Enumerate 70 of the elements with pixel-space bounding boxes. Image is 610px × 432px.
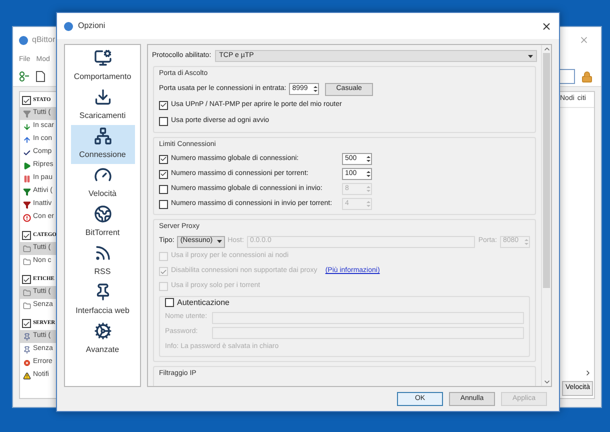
check-icon bbox=[23, 96, 30, 104]
dialog-title: Opzioni bbox=[78, 20, 106, 32]
option-label: Autenticazione bbox=[177, 296, 230, 308]
scroll-up-icon[interactable] bbox=[542, 45, 550, 53]
monitor-gear-icon bbox=[94, 49, 112, 67]
dropdown-arrow-icon bbox=[528, 54, 533, 58]
category-item[interactable]: Velocità bbox=[70, 164, 134, 203]
rss-icon bbox=[94, 244, 112, 262]
folder-icon bbox=[23, 258, 31, 266]
checkbox[interactable] bbox=[22, 231, 31, 240]
spin-arrows-icon bbox=[313, 85, 318, 93]
scroll-thumb[interactable] bbox=[543, 53, 550, 288]
checkbox[interactable] bbox=[165, 298, 174, 307]
filter-icon bbox=[23, 200, 31, 208]
lock-icon[interactable] bbox=[581, 70, 593, 82]
check-icon bbox=[160, 268, 167, 276]
chevron-right-icon[interactable] bbox=[584, 369, 592, 377]
window-title: qBittor bbox=[32, 34, 56, 46]
globe-icon bbox=[94, 205, 112, 223]
people-icon bbox=[19, 71, 30, 82]
spin-arrows-icon bbox=[366, 200, 371, 208]
checkbox[interactable] bbox=[159, 170, 168, 178]
app-logo-icon bbox=[64, 22, 73, 30]
arrow-down-icon bbox=[23, 122, 31, 130]
network-port-icon bbox=[94, 127, 112, 145]
filter-icon bbox=[23, 110, 31, 118]
category-item[interactable]: BitTorrent bbox=[70, 203, 134, 242]
check-icon bbox=[23, 232, 30, 240]
check-icon bbox=[23, 320, 30, 328]
spin-arrows-icon bbox=[366, 155, 371, 163]
gauge-icon bbox=[94, 166, 112, 184]
category-item[interactable]: Connessione bbox=[70, 125, 134, 164]
checkbox[interactable] bbox=[22, 96, 31, 105]
spin-arrows-icon bbox=[366, 170, 371, 178]
check-icon bbox=[23, 276, 30, 284]
document-icon bbox=[36, 71, 45, 82]
dropdown-arrow-icon bbox=[216, 240, 222, 243]
check-icon bbox=[23, 148, 31, 156]
spin-arrows-icon bbox=[524, 238, 529, 246]
category-item[interactable]: RSS bbox=[70, 242, 134, 281]
arrow-up-icon bbox=[23, 136, 31, 144]
category-item[interactable]: Comportamento bbox=[70, 47, 134, 86]
checkbox[interactable] bbox=[159, 100, 168, 110]
checkbox[interactable] bbox=[159, 200, 168, 208]
checkbox[interactable] bbox=[159, 154, 168, 164]
category-item[interactable]: Scaricamenti bbox=[70, 86, 134, 125]
app-logo-icon bbox=[19, 36, 28, 44]
pin-icon bbox=[23, 346, 31, 354]
spin-arrows-icon bbox=[366, 185, 371, 193]
exclamation-icon bbox=[23, 214, 31, 222]
folder-icon bbox=[23, 288, 31, 296]
scrollbar[interactable] bbox=[541, 45, 551, 386]
filter-icon bbox=[23, 188, 31, 196]
checkbox[interactable] bbox=[159, 184, 168, 194]
warning-icon bbox=[23, 372, 31, 380]
pin-icon bbox=[23, 332, 31, 340]
checkbox[interactable] bbox=[22, 275, 31, 284]
folder-icon bbox=[23, 244, 31, 252]
download-icon bbox=[94, 88, 112, 106]
scroll-down-icon[interactable] bbox=[542, 378, 550, 386]
checkbox[interactable] bbox=[159, 116, 168, 126]
error-icon bbox=[23, 358, 31, 366]
checkbox[interactable] bbox=[22, 319, 31, 328]
folder-icon bbox=[23, 302, 31, 310]
category-item[interactable]: Avanzate bbox=[70, 320, 134, 359]
category-item[interactable]: Interfaccia web bbox=[70, 281, 134, 320]
pause-icon bbox=[23, 174, 31, 182]
close-icon[interactable] bbox=[541, 20, 552, 32]
play-icon bbox=[23, 162, 31, 170]
check-icon bbox=[160, 101, 167, 109]
